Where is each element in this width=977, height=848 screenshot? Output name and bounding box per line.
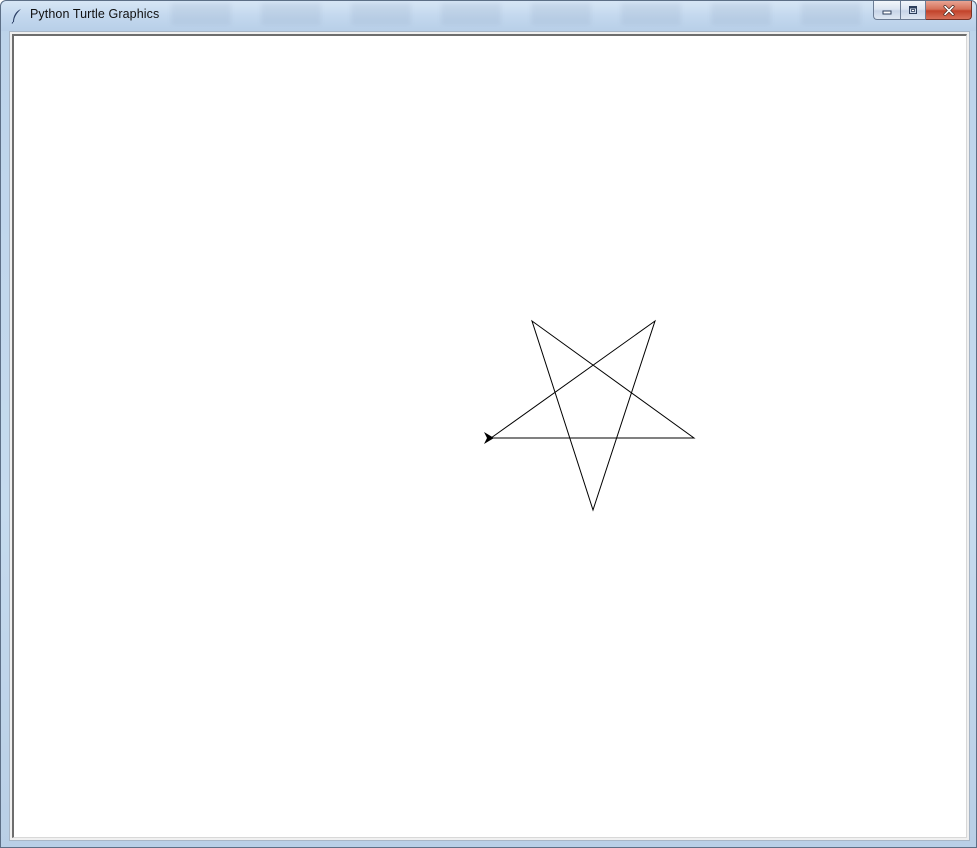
close-button[interactable]: [926, 1, 972, 20]
turtle-cursor-icon: [484, 432, 494, 444]
feather-icon: [11, 9, 21, 24]
turtle-canvas-frame: [12, 34, 967, 838]
turtle-canvas[interactable]: [14, 36, 966, 837]
star-path: [490, 319, 696, 512]
close-icon: [943, 4, 954, 16]
minimize-icon: [882, 10, 892, 15]
turtle-window: Python Turtle Graphics: [0, 0, 977, 848]
maximize-button[interactable]: [900, 1, 926, 20]
maximize-icon: [909, 6, 917, 14]
window-controls: [873, 1, 972, 21]
background-taskbar-blur: [171, 3, 861, 25]
title-bar[interactable]: Python Turtle Graphics: [1, 1, 976, 31]
window-client-area: [9, 31, 970, 841]
minimize-button[interactable]: [873, 1, 900, 20]
window-title: Python Turtle Graphics: [30, 7, 160, 21]
